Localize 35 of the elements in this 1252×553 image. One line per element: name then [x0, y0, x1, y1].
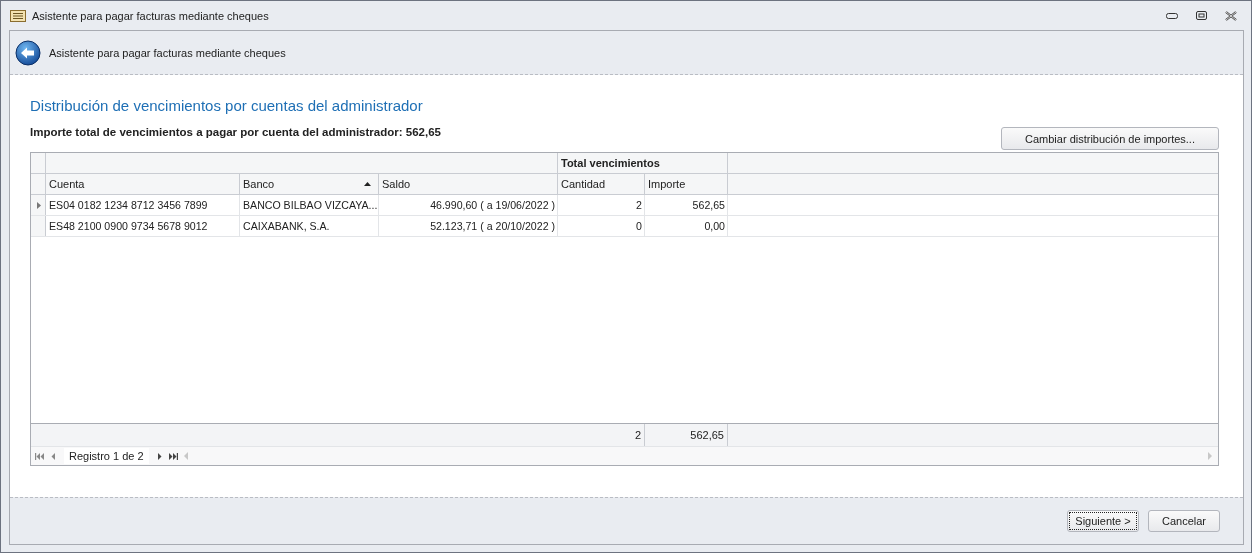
change-distribution-button[interactable]: Cambiar distribución de importes...	[1001, 127, 1219, 150]
table-cell: 0,00	[645, 216, 728, 236]
window-title: Asistente para pagar facturas mediante cheques	[32, 9, 269, 22]
table-cell: 0	[558, 216, 645, 236]
row-header[interactable]	[31, 195, 46, 215]
table-cell: 46.990,60 ( a 19/06/2022 )	[379, 195, 558, 215]
table-cell: ES48 2100 0900 9734 5678 9012	[46, 216, 240, 236]
table-cell: BANCO BILBAO VIZCAYA...	[240, 195, 379, 215]
table-cell: 2	[558, 195, 645, 215]
minimize-icon[interactable]	[1166, 12, 1178, 19]
wizard-button[interactable]: Cancelar	[1148, 510, 1220, 532]
column-band-header: Total vencimientos	[558, 153, 728, 173]
table-cell: ES04 0182 1234 8712 3456 7899	[46, 195, 240, 215]
page-title: Distribución de vencimientos por cuentas del administrador	[30, 97, 424, 114]
table-cell: CAIXABANK, S.A.	[240, 216, 379, 236]
first-record-icon[interactable]	[35, 452, 45, 460]
sort-ascending-icon	[364, 182, 371, 186]
column-header[interactable]: Importe	[645, 174, 728, 194]
wizard-button[interactable]: Siguiente >	[1067, 510, 1139, 532]
wizard-title: Asistente para pagar facturas mediante cheques	[49, 46, 286, 59]
table-cell: 52.123,71 ( a 20/10/2022 )	[379, 216, 558, 236]
previous-record-icon[interactable]	[51, 452, 56, 460]
next-record-icon[interactable]	[156, 452, 162, 460]
column-header[interactable]: Cuenta	[46, 174, 240, 194]
column-header[interactable]: Cantidad	[558, 174, 645, 194]
restore-icon[interactable]	[1196, 11, 1207, 20]
record-counter: Registro 1 de 2	[64, 448, 149, 464]
column-header[interactable]: Banco	[240, 174, 379, 194]
column-header[interactable]: Saldo	[379, 174, 558, 194]
table-cell: 562,65	[645, 195, 728, 215]
total-summary: Importe total de vencimientos a pagar por cuenta del administrador: 562,65	[30, 126, 441, 138]
form-icon	[10, 9, 26, 22]
row-indicator-icon	[36, 201, 41, 209]
close-icon[interactable]	[1225, 10, 1237, 21]
last-record-icon[interactable]	[167, 452, 178, 460]
